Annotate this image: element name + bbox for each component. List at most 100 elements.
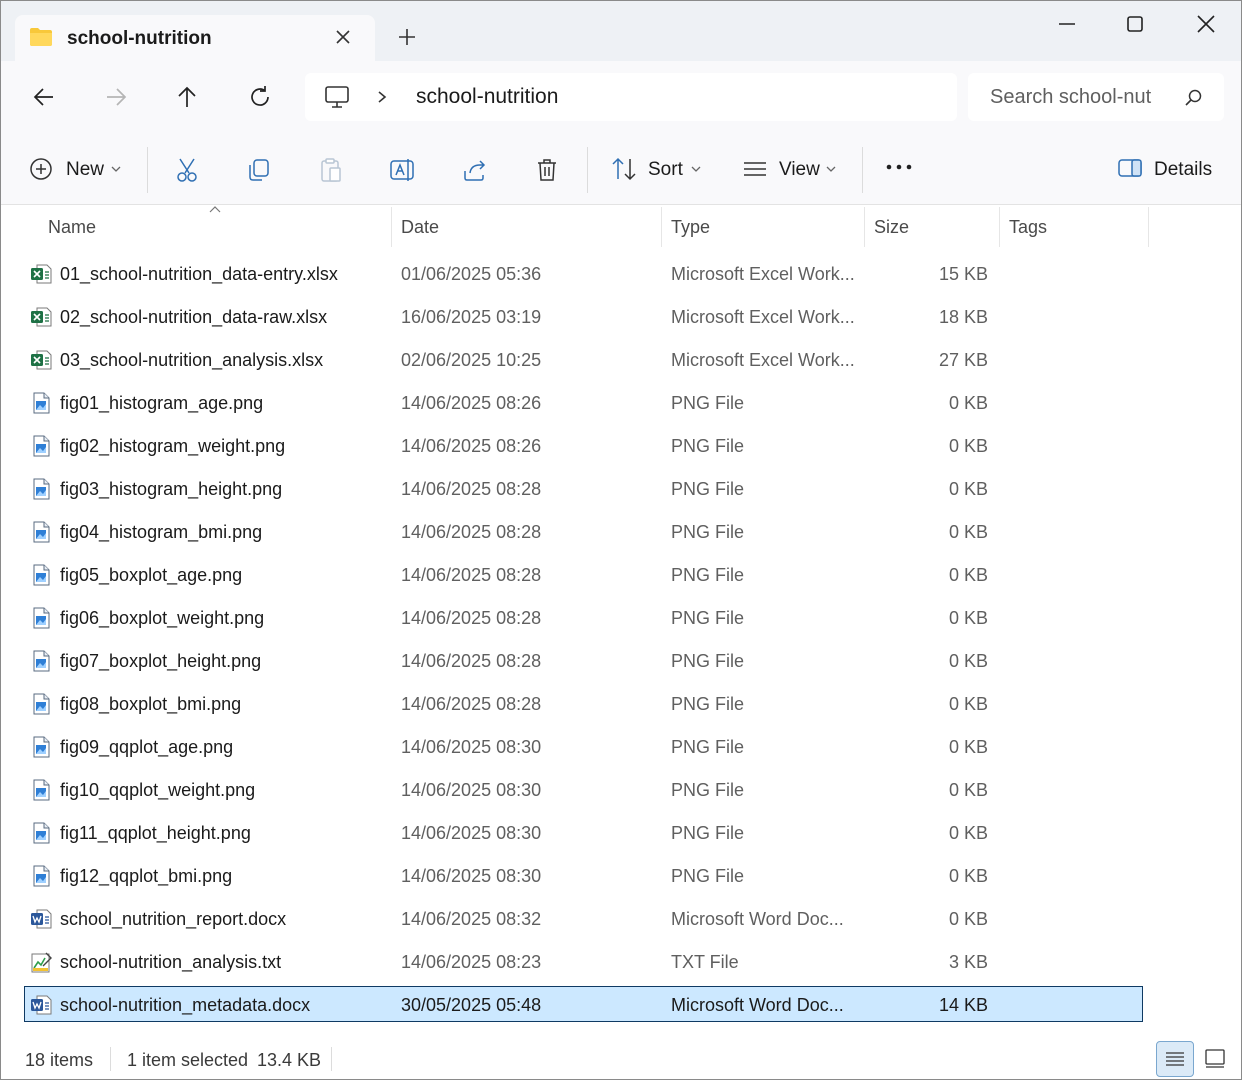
address-bar[interactable]: school-nutrition: [305, 73, 957, 121]
file-row[interactable]: fig10_qqplot_weight.png 14/06/2025 08:30 P…: [1, 770, 1241, 813]
column-header-type[interactable]: Type: [671, 217, 710, 238]
navigation-bar: school-nutrition Search school-nut: [1, 61, 1241, 133]
view-button[interactable]: View: [742, 151, 842, 187]
file-row[interactable]: 01_school-nutrition_data-entry.xlsx 01/06…: [1, 254, 1241, 297]
file-type: PNG File: [671, 866, 745, 886]
close-tab-icon[interactable]: [331, 25, 355, 49]
file-name[interactable]: fig07_boxplot_height.png: [60, 651, 261, 672]
close-window-icon[interactable]: [1192, 11, 1220, 39]
search-icon[interactable]: [1184, 88, 1204, 108]
file-row[interactable]: school-nutrition_analysis.txt 14/06/2025 …: [1, 942, 1241, 985]
file-name[interactable]: fig03_histogram_height.png: [60, 479, 282, 500]
file-name[interactable]: 02_school-nutrition_data-raw.xlsx: [60, 307, 327, 328]
file-name[interactable]: school_nutrition_report.docx: [60, 909, 286, 930]
file-row[interactable]: fig08_boxplot_bmi.png 14/06/2025 08:28 PNG…: [1, 684, 1241, 727]
column-header-date[interactable]: Date: [401, 217, 439, 238]
chevron-right-icon[interactable]: [375, 88, 389, 106]
file-name[interactable]: fig02_histogram_weight.png: [60, 436, 285, 457]
file-row[interactable]: fig04_histogram_bmi.png 14/06/2025 08:28 P…: [1, 512, 1241, 555]
minimize-icon[interactable]: [1053, 11, 1081, 39]
forward-icon[interactable]: [102, 83, 130, 111]
png-file-icon: [30, 478, 52, 500]
new-button[interactable]: New: [29, 151, 129, 187]
tab-school-nutrition[interactable]: school-nutrition: [15, 15, 375, 61]
txt-file-icon: [30, 951, 52, 973]
file-row[interactable]: fig03_histogram_height.png 14/06/2025 08:…: [1, 469, 1241, 512]
details-view-button[interactable]: [1156, 1041, 1194, 1077]
column-divider[interactable]: [999, 207, 1000, 247]
file-name[interactable]: fig04_histogram_bmi.png: [60, 522, 262, 543]
file-name[interactable]: fig12_qqplot_bmi.png: [60, 866, 232, 887]
file-row[interactable]: school-nutrition_metadata.docx 30/05/2025…: [1, 985, 1241, 1028]
column-header-size[interactable]: Size: [874, 217, 909, 238]
file-name[interactable]: school-nutrition_metadata.docx: [60, 995, 310, 1016]
file-name[interactable]: fig06_boxplot_weight.png: [60, 608, 264, 629]
this-pc-icon[interactable]: [323, 85, 351, 109]
tiles-view-button[interactable]: [1197, 1041, 1235, 1077]
copy-button[interactable]: [246, 151, 272, 187]
file-name[interactable]: fig08_boxplot_bmi.png: [60, 694, 241, 715]
file-date: 14/06/2025 08:28: [401, 565, 542, 585]
share-button[interactable]: [462, 151, 488, 187]
file-date: 14/06/2025 08:30: [401, 780, 542, 800]
file-date: 14/06/2025 08:28: [401, 522, 542, 542]
file-name[interactable]: fig10_qqplot_weight.png: [60, 780, 255, 801]
column-divider[interactable]: [1148, 207, 1149, 247]
file-name[interactable]: 01_school-nutrition_data-entry.xlsx: [60, 264, 338, 285]
selection-count: 1 item selected: [127, 1050, 249, 1070]
file-name[interactable]: fig11_qqplot_height.png: [60, 823, 251, 844]
column-header-name[interactable]: Name: [48, 217, 96, 238]
search-placeholder: Search school-nut: [990, 86, 1152, 108]
file-type: PNG File: [671, 608, 745, 628]
column-divider[interactable]: [391, 207, 392, 247]
column-header-tags[interactable]: Tags: [1009, 217, 1047, 238]
trash-icon: [538, 159, 556, 181]
more-options-button[interactable]: [885, 151, 915, 187]
column-divider[interactable]: [864, 207, 865, 247]
paste-button[interactable]: [318, 151, 344, 187]
delete-button[interactable]: [535, 151, 559, 187]
file-size: 0 KB: [948, 393, 988, 413]
title-bar: school-nutrition: [1, 1, 1241, 61]
file-date: 14/06/2025 08:32: [401, 909, 542, 929]
file-row[interactable]: fig06_boxplot_weight.png 14/06/2025 08:28…: [1, 598, 1241, 641]
file-name[interactable]: fig09_qqplot_age.png: [60, 737, 233, 758]
refresh-icon[interactable]: [246, 83, 274, 111]
file-row[interactable]: fig07_boxplot_height.png 14/06/2025 08:28…: [1, 641, 1241, 684]
file-row[interactable]: 02_school-nutrition_data-raw.xlsx 16/06/2…: [1, 297, 1241, 340]
file-name[interactable]: school-nutrition_analysis.txt: [60, 952, 281, 973]
new-tab-icon[interactable]: [395, 25, 419, 49]
details-pane-button[interactable]: Details: [1117, 151, 1217, 187]
file-row[interactable]: 03_school-nutrition_analysis.xlsx 02/06/2…: [1, 340, 1241, 383]
file-type: PNG File: [671, 565, 745, 585]
file-size: 0 KB: [948, 737, 988, 757]
cut-button[interactable]: [174, 151, 200, 187]
file-row[interactable]: school_nutrition_report.docx 14/06/2025 0…: [1, 899, 1241, 942]
file-date: 14/06/2025 08:26: [401, 436, 542, 456]
png-file-icon: [30, 822, 52, 844]
file-row[interactable]: fig12_qqplot_bmi.png 14/06/2025 08:30 PNG …: [1, 856, 1241, 899]
breadcrumb[interactable]: school-nutrition: [416, 85, 558, 109]
search-input[interactable]: Search school-nut: [968, 73, 1224, 121]
back-icon[interactable]: [30, 83, 58, 111]
file-row[interactable]: fig09_qqplot_age.png 14/06/2025 08:30 PNG …: [1, 727, 1241, 770]
file-row[interactable]: fig05_boxplot_age.png 14/06/2025 08:28 PNG…: [1, 555, 1241, 598]
file-row[interactable]: fig02_histogram_weight.png 14/06/2025 08:…: [1, 426, 1241, 469]
file-date: 30/05/2025 05:48: [401, 995, 542, 1015]
sort-button[interactable]: Sort: [611, 151, 707, 187]
file-name[interactable]: fig05_boxplot_age.png: [60, 565, 242, 586]
file-date: 14/06/2025 08:23: [401, 952, 542, 972]
file-size: 0 KB: [948, 436, 988, 456]
column-divider[interactable]: [661, 207, 662, 247]
rename-button[interactable]: [389, 151, 417, 187]
maximize-icon[interactable]: [1121, 11, 1149, 39]
file-row[interactable]: fig01_histogram_age.png 14/06/2025 08:26 P…: [1, 383, 1241, 426]
sort-label: Sort: [648, 159, 683, 180]
file-row[interactable]: fig11_qqplot_height.png 14/06/2025 08:30 P…: [1, 813, 1241, 856]
file-name[interactable]: fig01_histogram_age.png: [60, 393, 263, 414]
file-name[interactable]: 03_school-nutrition_analysis.xlsx: [60, 350, 323, 371]
file-type: Microsoft Excel Work...: [671, 350, 855, 370]
toolbar-separator: [147, 147, 148, 193]
toolbar-separator: [862, 147, 863, 193]
up-icon[interactable]: [173, 83, 201, 111]
